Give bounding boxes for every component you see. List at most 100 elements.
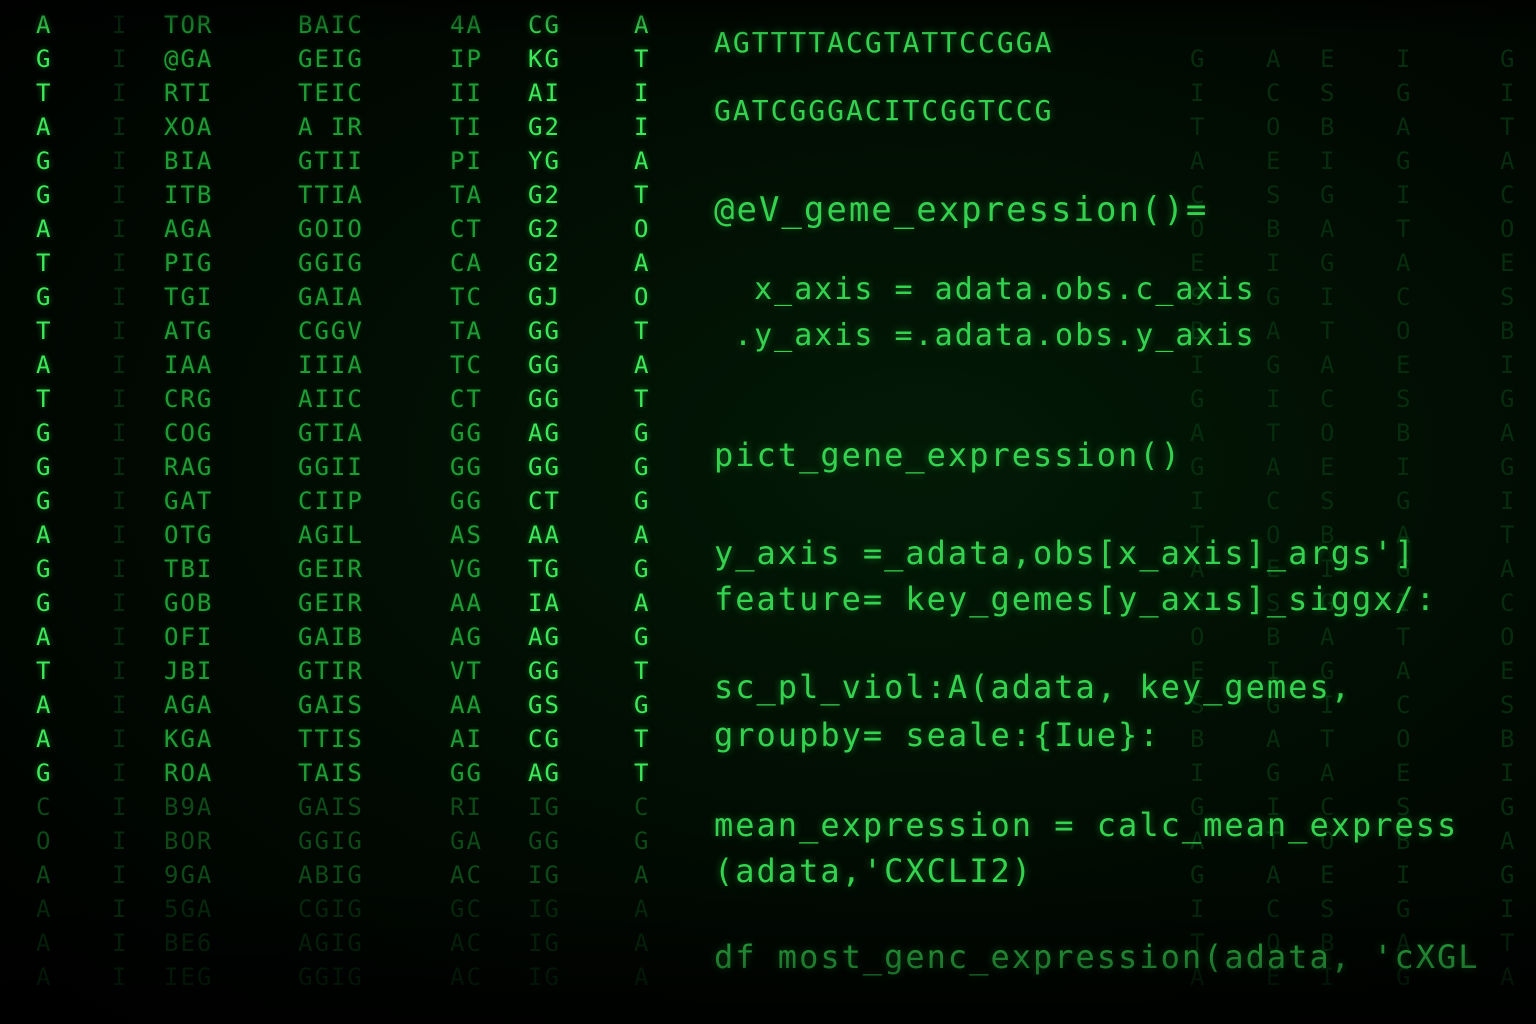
rain-glyph: JBI	[164, 657, 214, 685]
code-line: feature= key_gemes[y_axıs]_siggx/:	[714, 580, 1438, 618]
rain-glyph: B9A	[164, 793, 214, 821]
rain-glyph: A	[36, 691, 53, 719]
rain-glyph: GG	[450, 453, 483, 481]
rain-glyph: AA	[528, 521, 561, 549]
rain-glyph: I	[112, 249, 129, 277]
rain-glyph: I	[634, 79, 651, 107]
rain-glyph: A	[634, 895, 651, 923]
rain-glyph: TOR	[164, 11, 214, 39]
rain-glyph: G	[634, 487, 651, 515]
rain-glyph: I	[112, 351, 129, 379]
rain-glyph: I	[112, 589, 129, 617]
rain-glyph: @GA	[164, 45, 214, 73]
rain-glyph: GG	[450, 759, 483, 787]
rain-glyph: I	[112, 929, 129, 957]
rain-glyph: CT	[450, 385, 483, 413]
rain-glyph: A	[36, 521, 53, 549]
rain-glyph: G	[634, 827, 651, 855]
rain-glyph: CA	[450, 249, 483, 277]
code-overlay: AGTTTTACGTATTCCGGA GATCGGGACITCGGTCCG @eV_…	[714, 0, 1536, 1024]
rain-glyph: G	[634, 691, 651, 719]
rain-glyph: I	[634, 113, 651, 141]
rain-glyph: I	[112, 147, 129, 175]
code-line: (adata,'CXCLI2)	[714, 852, 1033, 890]
rain-glyph: A	[36, 725, 53, 753]
rain-glyph: IG	[528, 963, 561, 991]
code-wallpaper: AGTAGGATGTATGGGAGGATAAGCOAAAAIIIIIIIIIII…	[0, 0, 1536, 1024]
rain-glyph: GAIS	[298, 691, 364, 719]
rain-glyph: TA	[450, 181, 483, 209]
rain-glyph: I	[112, 657, 129, 685]
rain-glyph: AI	[528, 79, 561, 107]
rain-glyph: GC	[450, 895, 483, 923]
rain-glyph: GG	[450, 487, 483, 515]
rain-glyph: RAG	[164, 453, 214, 481]
rain-glyph: G	[36, 419, 53, 447]
rain-glyph: GJ	[528, 283, 561, 311]
rain-glyph: CT	[450, 215, 483, 243]
rain-glyph: GGIG	[298, 963, 364, 991]
rain-glyph: A	[634, 589, 651, 617]
rain-glyph: GTIR	[298, 657, 364, 685]
rain-glyph: G	[36, 181, 53, 209]
rain-glyph: GS	[528, 691, 561, 719]
rain-glyph: T	[634, 45, 651, 73]
rain-glyph: T	[634, 317, 651, 345]
rain-glyph: GG	[528, 827, 561, 855]
rain-glyph: G	[36, 759, 53, 787]
rain-glyph: G	[36, 589, 53, 617]
rain-glyph: RI	[450, 793, 483, 821]
rain-glyph: T	[634, 759, 651, 787]
rain-glyph: I	[112, 623, 129, 651]
rain-glyph: IIIA	[298, 351, 364, 379]
rain-glyph: GG	[528, 657, 561, 685]
rain-glyph: I	[112, 895, 129, 923]
rain-glyph: IA	[528, 589, 561, 617]
rain-glyph: CT	[528, 487, 561, 515]
rain-glyph: GOIO	[298, 215, 364, 243]
rain-glyph: G	[36, 147, 53, 175]
rain-glyph: AG	[528, 623, 561, 651]
rain-glyph: AGIG	[298, 929, 364, 957]
rain-glyph: I	[112, 215, 129, 243]
rain-glyph: IG	[528, 895, 561, 923]
rain-glyph: G2	[528, 181, 561, 209]
rain-glyph: T	[634, 725, 651, 753]
rain-glyph: CRG	[164, 385, 214, 413]
rain-glyph: 5GA	[164, 895, 214, 923]
rain-glyph: IEG	[164, 963, 214, 991]
rain-glyph: A	[36, 929, 53, 957]
rain-glyph: CGGV	[298, 317, 364, 345]
rain-glyph: A	[634, 861, 651, 889]
rain-glyph: 9GA	[164, 861, 214, 889]
code-line: .y_axis =.adata.obs.y_axis	[714, 318, 1256, 353]
rain-glyph: G2	[528, 249, 561, 277]
rain-glyph: ITB	[164, 181, 214, 209]
rain-glyph: XOA	[164, 113, 214, 141]
rain-glyph: TTIA	[298, 181, 364, 209]
code-line: sc_pl_viol:A(adata, key_gemes,	[714, 668, 1352, 706]
rain-glyph: A	[634, 963, 651, 991]
rain-glyph: AA	[450, 589, 483, 617]
rain-glyph: AC	[450, 963, 483, 991]
rain-glyph: I	[112, 521, 129, 549]
rain-glyph: A	[634, 147, 651, 175]
rain-glyph: O	[634, 283, 651, 311]
rain-glyph: G	[36, 45, 53, 73]
rain-glyph: I	[112, 113, 129, 141]
rain-glyph: VG	[450, 555, 483, 583]
rain-column: BAIC GEIG TEIC A IR GTII TTIA GOIO GGIG GAIA CGGV…	[298, 8, 364, 994]
rain-glyph: ROA	[164, 759, 214, 787]
rain-glyph: G	[36, 555, 53, 583]
rain-glyph: IAA	[164, 351, 214, 379]
rain-glyph: A	[36, 113, 53, 141]
rain-glyph: I	[112, 725, 129, 753]
code-line: mean_expression = calc_mean_express	[714, 806, 1459, 844]
rain-glyph: TG	[528, 555, 561, 583]
rain-glyph: I	[112, 181, 129, 209]
rain-glyph: AGIL	[298, 521, 364, 549]
rain-glyph: OFI	[164, 623, 214, 651]
rain-glyph: A	[36, 895, 53, 923]
rain-glyph: A	[36, 861, 53, 889]
rain-column: TOR @GA RTI XOA BIA ITB AGA PIG TGI ATG IAA CRG COG R…	[164, 8, 213, 994]
